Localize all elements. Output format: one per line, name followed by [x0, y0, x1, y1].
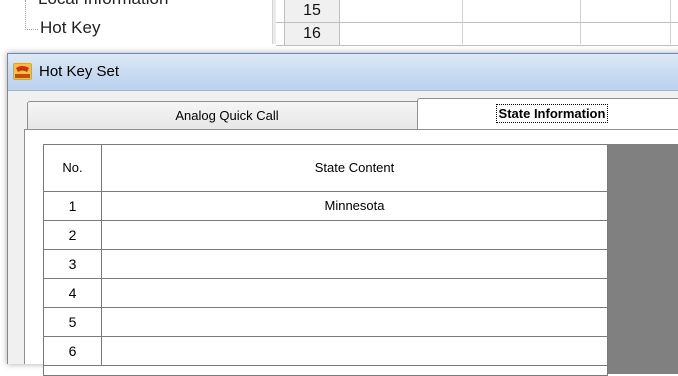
row-number: 6 [44, 337, 102, 365]
column-header-state-content[interactable]: State Content [102, 145, 607, 191]
row-number: 1 [44, 192, 102, 220]
grid-row-number: 16 [284, 23, 340, 45]
row-number: 3 [44, 250, 102, 278]
tree-connector-line [25, 0, 27, 30]
table-header: No. State Content [44, 145, 607, 192]
dialog-client-area: Analog Quick Call State Information No. … [14, 91, 678, 376]
app-logo-icon [13, 63, 32, 80]
state-content-cell[interactable] [102, 221, 607, 249]
row-number: 4 [44, 279, 102, 307]
column-header-no[interactable]: No. [44, 145, 102, 191]
state-content-table: No. State Content 1 Minnesota 2 3 4 5 6 [43, 144, 608, 376]
dialog-title: Hot Key Set [39, 63, 120, 80]
state-content-cell[interactable] [102, 250, 607, 278]
hot-key-set-dialog: Hot Key Set Analog Quick Call State Info… [7, 53, 678, 376]
grid-row: 15 [276, 0, 678, 23]
tab-state-information-label: State Information [495, 104, 609, 123]
grid-column-line [670, 0, 671, 44]
background-grid: 15 16 [276, 0, 678, 46]
row-number: 2 [44, 221, 102, 249]
table-row[interactable]: 5 [44, 308, 607, 337]
grid-row-number: 15 [284, 0, 340, 22]
table-row[interactable]: 4 [44, 279, 607, 308]
grid-column-line [580, 0, 581, 44]
state-content-cell[interactable]: Minnesota [102, 192, 607, 220]
table-row[interactable]: 3 [44, 250, 607, 279]
state-content-cell[interactable] [102, 279, 607, 307]
state-content-cell[interactable] [102, 308, 607, 336]
dialog-titlebar[interactable]: Hot Key Set [8, 54, 678, 91]
state-content-cell[interactable] [102, 337, 607, 365]
tab-state-information[interactable]: State Information [417, 98, 678, 130]
tree-connector-line [25, 29, 38, 31]
state-information-panel: No. State Content 1 Minnesota 2 3 4 5 6 [24, 129, 678, 376]
empty-grid-area [598, 144, 678, 374]
tree-item-local-information[interactable]: Local Information [38, 0, 168, 9]
background-tree-view: Local Information Hot Key [0, 0, 272, 44]
tree-item-hot-key[interactable]: Hot Key [40, 18, 100, 38]
grid-row: 16 [276, 23, 678, 46]
tab-analog-quick-call[interactable]: Analog Quick Call [27, 101, 427, 129]
table-row[interactable]: 1 Minnesota [44, 192, 607, 221]
row-number: 5 [44, 308, 102, 336]
grid-column-line [462, 0, 463, 44]
table-row[interactable]: 2 [44, 221, 607, 250]
